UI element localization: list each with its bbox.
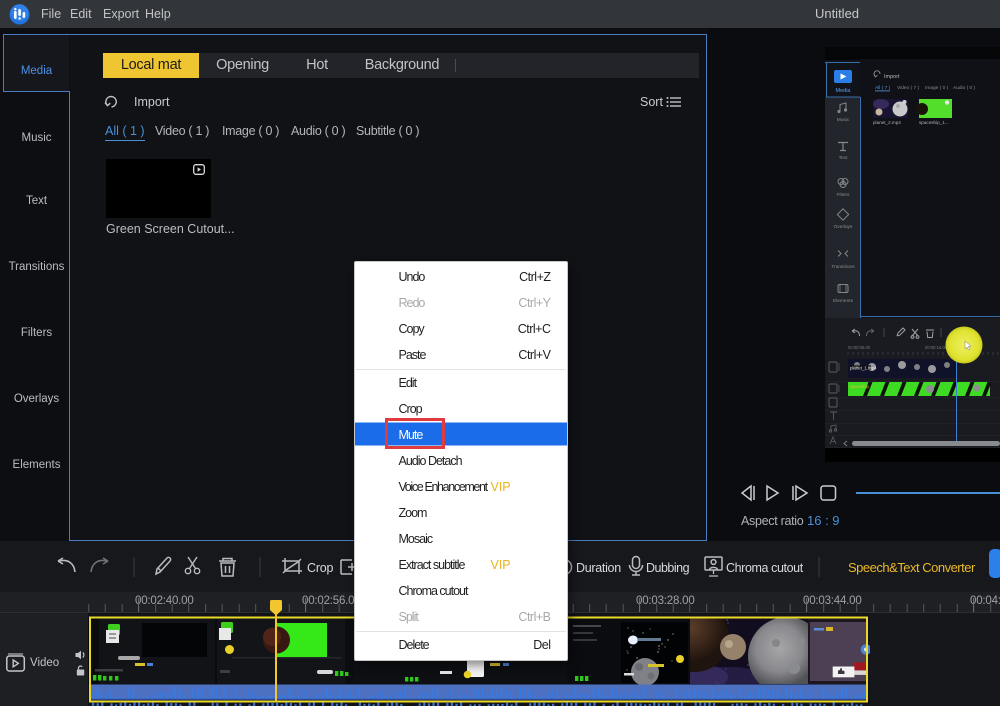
- svg-text:Text: Text: [839, 155, 848, 161]
- svg-text:Elements: Elements: [833, 298, 854, 304]
- svg-text:Duration: Duration: [576, 561, 621, 575]
- svg-text:Video ( 7 ): Video ( 7 ): [897, 85, 919, 91]
- svg-text:All ( 7 ): All ( 7 ): [875, 85, 891, 91]
- svg-text:Crop: Crop: [307, 561, 334, 575]
- svg-text:Speech&Text Converter: Speech&Text Converter: [848, 560, 976, 575]
- svg-text:spaceship: spaceship: [850, 384, 870, 389]
- svg-text:Chroma cutout: Chroma cutout: [726, 561, 804, 575]
- svg-text:Image ( 0 ): Image ( 0 ): [925, 85, 949, 91]
- svg-text:Transitions: Transitions: [831, 264, 855, 270]
- svg-text:Import: Import: [884, 74, 900, 80]
- svg-text:Dubbing: Dubbing: [646, 561, 690, 575]
- svg-text:Music: Music: [837, 117, 850, 123]
- svg-text:planet_2.mp4: planet_2.mp4: [873, 120, 901, 125]
- svg-text:00:00:16.00: 00:00:16.00: [925, 345, 948, 350]
- svg-text:planet_1.mp4: planet_1.mp4: [850, 366, 877, 371]
- svg-text:Filters: Filters: [836, 192, 850, 198]
- svg-text:Media: Media: [836, 88, 852, 94]
- svg-text:Audio ( 0 ): Audio ( 0 ): [953, 85, 976, 91]
- svg-text:spaceship_1...: spaceship_1...: [919, 120, 949, 125]
- svg-text:00:00:05.00: 00:00:05.00: [848, 345, 871, 350]
- svg-text:Overlays: Overlays: [834, 224, 854, 230]
